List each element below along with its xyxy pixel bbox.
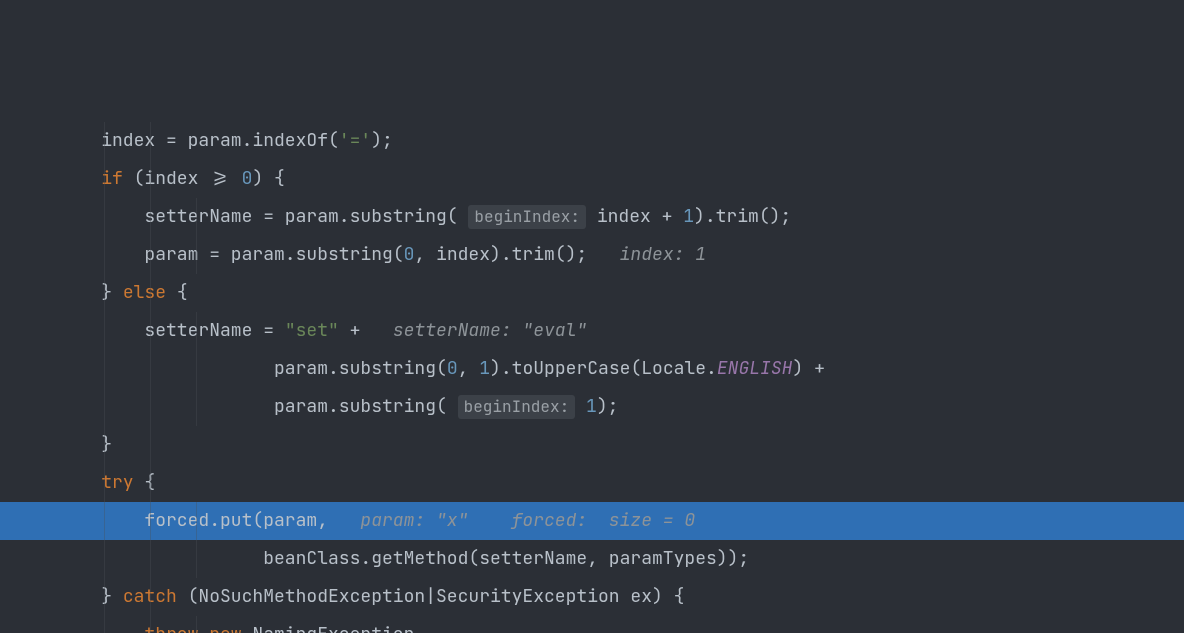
code-text: beanClass.getMethod(setterName, paramTyp…: [58, 540, 749, 578]
code-text: }: [58, 578, 123, 616]
line-7[interactable]: param.substring(0, 1).toUpperCase(Locale…: [0, 350, 1184, 388]
code-text: index +: [586, 198, 683, 236]
line-9[interactable]: }: [0, 426, 1184, 464]
keyword: if: [101, 160, 123, 198]
code-text: {: [166, 274, 188, 312]
string-literal: '=': [339, 122, 371, 160]
number-literal: 0: [242, 160, 253, 198]
code-text: [58, 464, 101, 502]
code-text: [58, 616, 144, 633]
code-text: ) {: [252, 160, 284, 198]
line-10[interactable]: try {: [0, 464, 1184, 502]
code-text: param.substring(: [58, 388, 458, 426]
param-hint: beginIndex:: [458, 395, 576, 419]
code-text: +: [339, 312, 393, 350]
line-5[interactable]: } else {: [0, 274, 1184, 312]
line-2[interactable]: if (index >= 0) {: [0, 160, 1184, 198]
code-text: NamingException: [242, 616, 415, 633]
code-text: );: [371, 122, 393, 160]
line-11-highlighted[interactable]: forced.put(param, param: "x" forced: siz…: [0, 502, 1184, 540]
code-text: param = param.substring(: [58, 236, 404, 274]
code-text: }: [58, 274, 123, 312]
code-text: (NoSuchMethodException|SecurityException…: [177, 578, 685, 616]
line-6[interactable]: setterName = "set" + setterName: "eval": [0, 312, 1184, 350]
number-literal: 1: [479, 350, 490, 388]
code-text: }: [58, 426, 112, 464]
number-literal: 1: [586, 388, 597, 426]
keyword: else: [123, 274, 166, 312]
code-text: ).toUpperCase(Locale.: [490, 350, 717, 388]
code-text: forced.put(param,: [58, 502, 360, 540]
indent-guide: [150, 426, 151, 464]
number-literal: 1: [683, 198, 694, 236]
inline-value: param: "x" forced: size = 0: [360, 502, 695, 540]
code-text: );: [597, 388, 619, 426]
code-text: [58, 160, 101, 198]
code-text: , index).trim();: [414, 236, 619, 274]
code-text: setterName = param.substring(: [58, 198, 468, 236]
field-ref: ENGLISH: [717, 350, 793, 388]
code-text: ) +: [792, 350, 824, 388]
code-text: (index >=: [123, 160, 242, 198]
param-hint: beginIndex:: [468, 205, 586, 229]
code-text: {: [134, 464, 156, 502]
number-literal: 0: [404, 236, 415, 274]
code-text: ).trim();: [694, 198, 791, 236]
line-12[interactable]: beanClass.getMethod(setterName, paramTyp…: [0, 540, 1184, 578]
inline-value: setterName: "eval": [393, 312, 587, 350]
code-editor[interactable]: index = param.indexOf('='); if (index >=…: [0, 0, 1184, 633]
line-1[interactable]: index = param.indexOf('=');: [0, 122, 1184, 160]
keyword: try: [101, 464, 133, 502]
line-4[interactable]: param = param.substring(0, index).trim()…: [0, 236, 1184, 274]
code-text: [575, 388, 586, 426]
line-13[interactable]: } catch (NoSuchMethodException|SecurityE…: [0, 578, 1184, 616]
line-8[interactable]: param.substring( beginIndex: 1);: [0, 388, 1184, 426]
keyword: throw new: [144, 616, 241, 633]
keyword: catch: [123, 578, 177, 616]
number-literal: 0: [447, 350, 458, 388]
line-3[interactable]: setterName = param.substring( beginIndex…: [0, 198, 1184, 236]
line-14[interactable]: throw new NamingException: [0, 616, 1184, 633]
string-literal: "set": [285, 312, 339, 350]
code-text: ,: [458, 350, 480, 388]
code-text: setterName =: [58, 312, 285, 350]
inline-value: index: 1: [620, 236, 706, 274]
code-text: param.substring(: [58, 350, 447, 388]
code-text: index = param.indexOf(: [58, 122, 339, 160]
